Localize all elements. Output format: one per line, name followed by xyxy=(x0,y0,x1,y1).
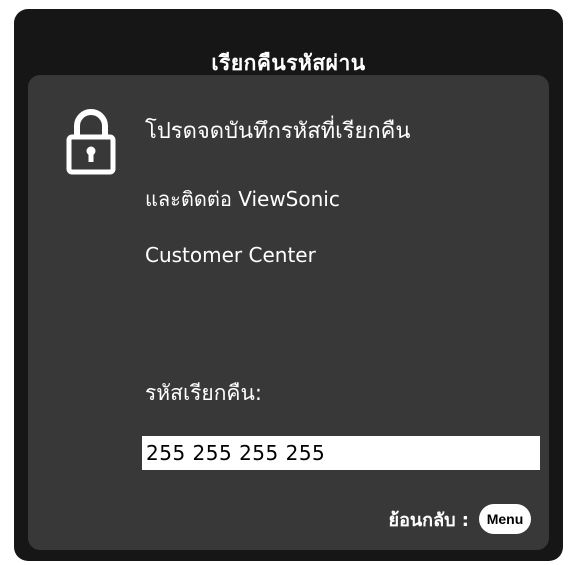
menu-button[interactable]: Menu xyxy=(479,504,531,534)
recall-code-field: 255 255 255 255 xyxy=(142,436,540,470)
lock-icon xyxy=(66,109,116,175)
message-line-3: Customer Center xyxy=(145,243,316,267)
back-label: ย้อนกลับ : xyxy=(388,509,469,531)
password-recall-dialog: เรียกคืนรหัสผ่าน โปรดจดบันทึกรหัสที่เรีย… xyxy=(14,9,563,561)
message-line-1: โปรดจดบันทึกรหัสที่เรียกคืน xyxy=(145,119,411,144)
back-hint: ย้อนกลับ : Menu xyxy=(389,503,531,535)
message-line-2: และติดต่อ ViewSonic xyxy=(145,187,340,211)
recall-code-label: รหัสเรียกคืน: xyxy=(145,381,262,405)
dialog-panel: โปรดจดบันทึกรหัสที่เรียกคืน และติดต่อ Vi… xyxy=(28,75,549,550)
